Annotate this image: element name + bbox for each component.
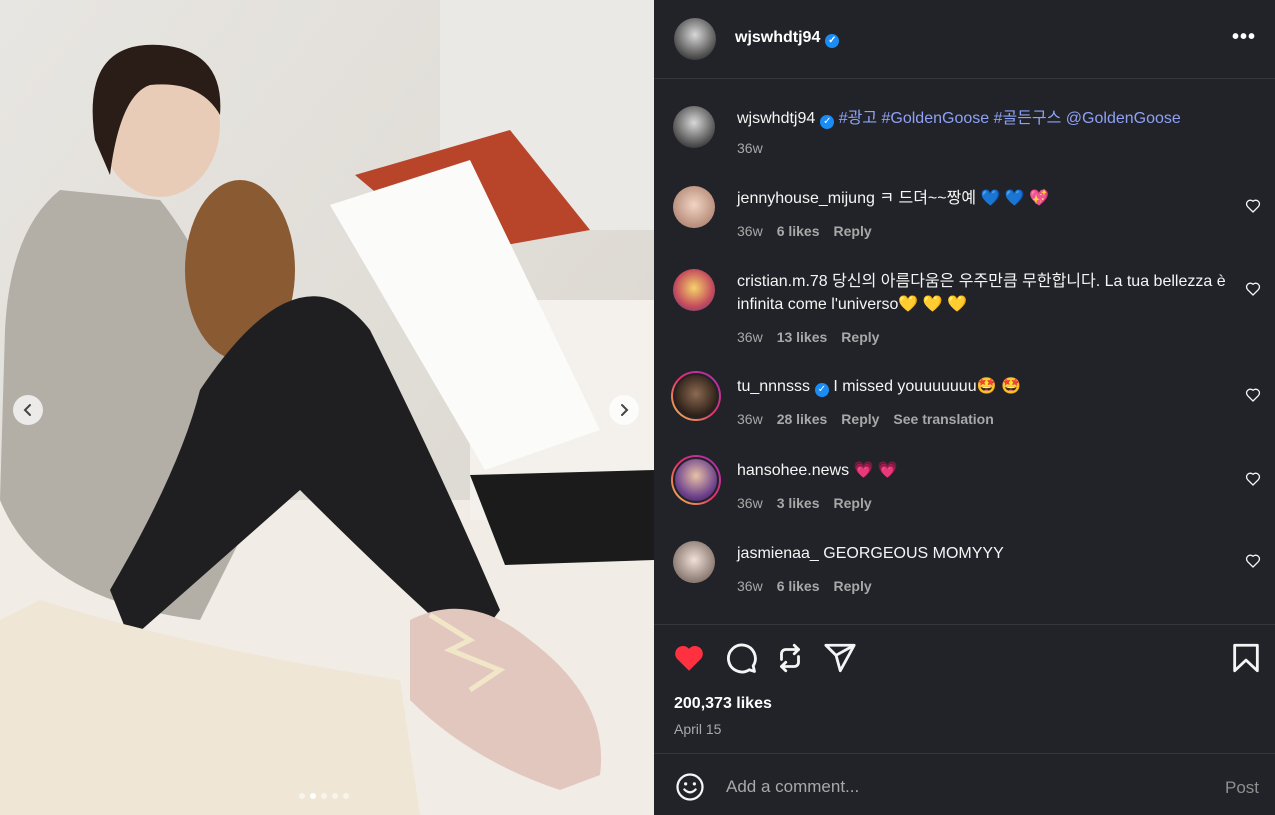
post-actions: 200,373 likes April 15 [654,624,1275,754]
comment-heart-icon[interactable] [1245,281,1261,297]
carousel-dot [299,793,305,799]
reply-button[interactable]: Reply [834,223,872,239]
comment-heart-icon[interactable] [1245,553,1261,569]
photo-illustration [0,0,654,815]
comment-likes[interactable]: 28 likes [777,411,828,427]
post-date: April 15 [674,721,722,737]
comment-likes[interactable]: 6 likes [777,223,820,239]
heart-icon[interactable] [672,641,706,675]
comment-username[interactable]: hansohee.news [737,462,849,479]
carousel-next-button[interactable] [609,395,639,425]
comment-age: 36w [737,495,763,511]
comment-input[interactable] [724,771,1208,803]
chevron-right-icon [621,404,629,416]
likes-count[interactable]: 200,373 likes [674,695,772,713]
comment-age: 36w [737,411,763,427]
comment-likes[interactable]: 6 likes [777,578,820,594]
more-icon: ••• [1232,26,1257,48]
verified-icon: ✓ [814,383,829,397]
emoji-icon[interactable] [675,772,705,802]
reply-button[interactable]: Reply [841,411,879,427]
commenter-avatar[interactable] [671,371,721,421]
verified-icon: ✓ [820,115,835,129]
carousel-dot [310,793,316,799]
comment-likes[interactable]: 13 likes [777,329,828,345]
caption-age: 36w [737,140,763,156]
repost-icon[interactable] [773,641,807,675]
comment-age: 36w [737,223,763,239]
caption-username[interactable]: wjswhdtj94 [737,110,815,127]
carousel-dot [343,793,349,799]
post-comment-button[interactable]: Post [1225,778,1259,798]
comment-username[interactable]: jennyhouse_mijung [737,190,875,207]
comment-username[interactable]: jasmienaa_ [737,545,819,562]
comment-likes[interactable]: 3 likes [777,495,820,511]
reply-button[interactable]: Reply [834,578,872,594]
commenter-avatar[interactable] [671,455,721,505]
carousel-prev-button[interactable] [13,395,43,425]
post-image [0,0,654,815]
reply-button[interactable]: Reply [834,495,872,511]
post-details-panel: wjswhdtj94 ✓ ••• wjswhdtj94 ✓ #광고 #GoldenG… [654,0,1275,815]
verified-icon: ✓ [825,34,840,48]
comment-text: ㅋ 드뎌~~짱예 💙 💙 💖 [879,190,1050,207]
comment-text: I missed youuuuuuu🤩 🤩 [833,378,1021,395]
comment-icon[interactable] [724,641,758,675]
reply-button[interactable]: Reply [841,329,879,345]
comment-age: 36w [737,329,763,345]
carousel-dot [321,793,327,799]
comment-username[interactable]: cristian.m.78 [737,273,828,290]
author-username[interactable]: wjswhdtj94 ✓ [735,29,840,48]
comment-heart-icon[interactable] [1245,471,1261,487]
post-header: wjswhdtj94 ✓ ••• [654,0,1275,79]
comment-text: GEORGEOUS MOMYYY [823,545,1004,562]
author-username-text[interactable]: wjswhdtj94 [735,29,820,46]
more-options-button[interactable]: ••• [1232,26,1256,49]
comment-heart-icon[interactable] [1245,387,1261,403]
commenter-avatar[interactable] [673,541,715,583]
comment-age: 36w [737,578,763,594]
carousel-dot [332,793,338,799]
commenter-avatar[interactable] [673,269,715,311]
carousel-indicator [299,793,349,799]
comments-list[interactable]: wjswhdtj94 ✓ #광고 #GoldenGoose #골든구스 @Gold… [654,79,1275,624]
chevron-left-icon [23,404,31,416]
comment-text: 💗 💗 [853,462,898,479]
bookmark-icon[interactable] [1229,641,1263,675]
see-translation-button[interactable]: See translation [893,411,993,427]
add-comment-bar: Post [654,753,1275,815]
comment-username[interactable]: tu_nnnsss [737,378,810,395]
comment-heart-icon[interactable] [1245,198,1261,214]
author-avatar[interactable] [673,106,715,148]
commenter-avatar[interactable] [673,186,715,228]
author-avatar[interactable] [674,18,716,60]
share-icon[interactable] [823,641,857,675]
caption-hashtags[interactable]: #광고 #GoldenGoose #골든구스 @GoldenGoose [839,110,1181,127]
